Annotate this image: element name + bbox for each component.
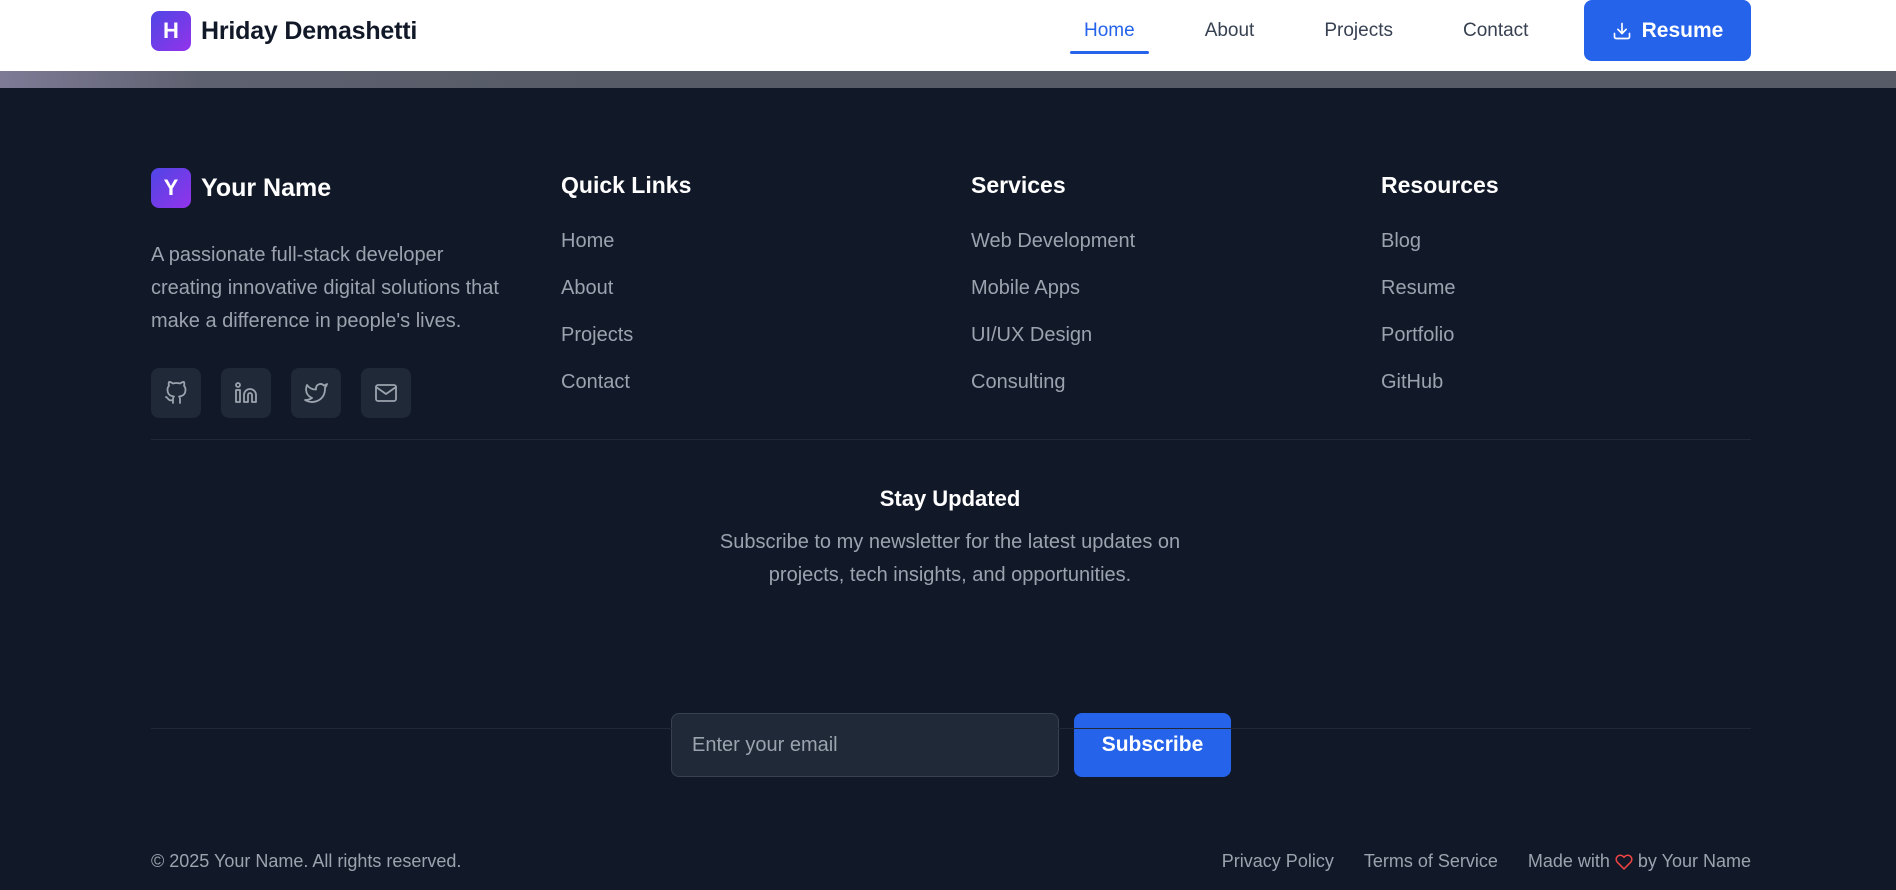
heart-icon	[1615, 854, 1633, 870]
footer-description: A passionate full-stack developer creati…	[151, 244, 499, 332]
email-input[interactable]	[671, 713, 1059, 777]
footer-link-contact[interactable]: Contact	[561, 370, 691, 417]
brand-logo: H	[151, 11, 191, 51]
linkedin-icon	[235, 382, 257, 403]
terms-of-service-link[interactable]: Terms of Service	[1364, 851, 1498, 872]
services-title: Services	[971, 172, 1066, 198]
footer-logo: Y	[151, 168, 191, 208]
linkedin-link[interactable]	[221, 368, 271, 418]
nav-home[interactable]: Home	[1070, 0, 1149, 62]
footer-bottom-bar: © 2025 Your Name. All rights reserved. P…	[151, 851, 1751, 872]
copyright-text: © 2025 Your Name. All rights reserved.	[151, 851, 462, 871]
newsletter-form: Subscribe	[671, 713, 1231, 777]
footer-quick-links: Quick Links Home About Projects Contact	[561, 172, 691, 417]
made-with-suffix: by Your Name	[1637, 851, 1751, 871]
footer-divider-top	[151, 439, 1751, 440]
newsletter-section: Stay Updated Subscribe to my newsletter …	[0, 486, 1896, 592]
footer-link-about[interactable]: About	[561, 276, 691, 323]
github-link[interactable]	[151, 368, 201, 418]
social-links	[151, 368, 511, 418]
footer-link-consulting[interactable]: Consulting	[971, 370, 1135, 417]
footer-services: Services Web Development Mobile Apps UI/…	[971, 172, 1135, 417]
footer-link-blog[interactable]: Blog	[1381, 229, 1499, 276]
privacy-policy-link[interactable]: Privacy Policy	[1222, 851, 1334, 872]
footer-link-home[interactable]: Home	[561, 229, 691, 276]
footer-link-web-development[interactable]: Web Development	[971, 229, 1135, 276]
footer-divider-bottom	[151, 728, 1751, 729]
site-header: H Hriday Demashetti Home About Projects …	[0, 0, 1896, 88]
brand-name: Hriday Demashetti	[201, 16, 418, 45]
resume-button[interactable]: Resume	[1584, 0, 1751, 61]
footer-resources: Resources Blog Resume Portfolio GitHub	[1381, 172, 1499, 417]
footer-brand-name: Your Name	[201, 173, 332, 202]
footer-link-resume[interactable]: Resume	[1381, 276, 1499, 323]
nav-contact[interactable]: Contact	[1449, 0, 1542, 62]
download-icon	[1613, 22, 1630, 39]
resources-title: Resources	[1381, 172, 1499, 198]
made-with-text: Made with by Your Name	[1528, 851, 1751, 872]
quick-links-title: Quick Links	[561, 172, 692, 198]
made-with-prefix: Made with	[1527, 851, 1610, 871]
footer-link-github[interactable]: GitHub	[1381, 370, 1499, 417]
github-icon	[165, 381, 187, 404]
email-link[interactable]	[361, 368, 411, 418]
header-brand[interactable]: H Hriday Demashetti	[151, 11, 417, 51]
footer-link-projects[interactable]: Projects	[561, 323, 691, 370]
twitter-link[interactable]	[291, 368, 341, 418]
twitter-icon	[304, 383, 328, 403]
footer-link-ui-ux-design[interactable]: UI/UX Design	[971, 323, 1135, 370]
footer-about: Y Your Name A passionate full-stack deve…	[151, 168, 511, 418]
mail-icon	[375, 384, 397, 402]
newsletter-description: Subscribe to my newsletter for the lates…	[719, 531, 1181, 586]
footer-link-mobile-apps[interactable]: Mobile Apps	[971, 276, 1135, 323]
footer-brand: Y Your Name	[151, 168, 511, 208]
nav-about[interactable]: About	[1191, 0, 1269, 62]
subscribe-button[interactable]: Subscribe	[1074, 713, 1231, 777]
footer-link-portfolio[interactable]: Portfolio	[1381, 323, 1499, 370]
newsletter-title: Stay Updated	[879, 486, 1021, 511]
main-nav: Home About Projects Contact	[1070, 0, 1584, 62]
resume-label: Resume	[1641, 18, 1724, 42]
nav-projects[interactable]: Projects	[1310, 0, 1407, 62]
legal-links: Privacy Policy Terms of Service Made wit…	[1222, 851, 1751, 872]
